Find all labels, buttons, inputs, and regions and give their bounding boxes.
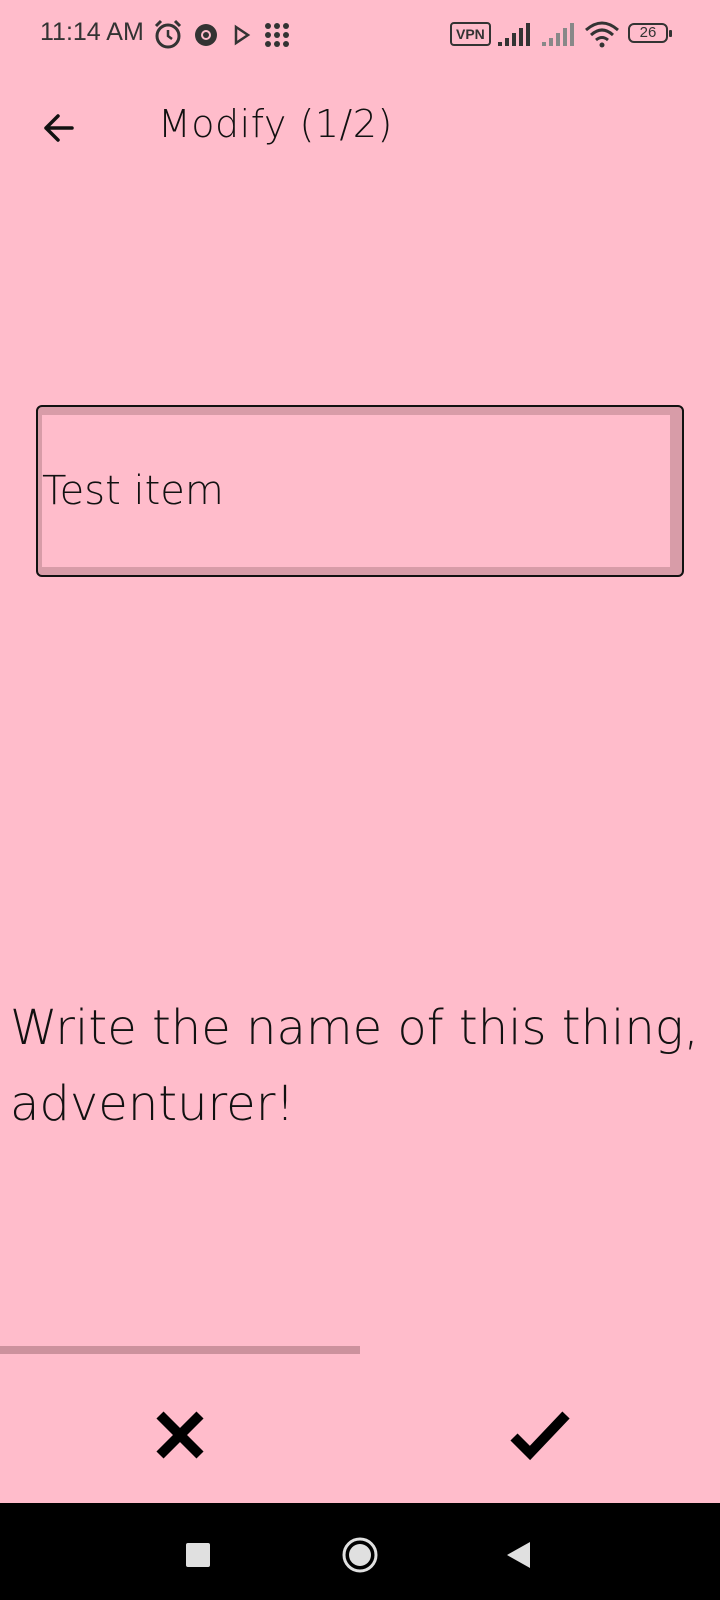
progress-bar [0, 1346, 720, 1354]
recent-apps-icon [186, 1543, 210, 1567]
vpn-badge: VPN [450, 22, 491, 46]
cancel-button[interactable] [140, 1395, 220, 1475]
back-icon [507, 1542, 530, 1568]
confirm-button[interactable] [500, 1395, 580, 1475]
name-field-frame [36, 405, 684, 577]
status-time: 11:14 AM [40, 18, 144, 46]
apps-grid-icon [265, 23, 289, 47]
progress-fill [0, 1346, 360, 1354]
wifi-icon [585, 21, 619, 48]
check-icon [510, 1411, 570, 1461]
system-nav-bar [0, 1503, 720, 1600]
toolbar: Modify (1/2) [0, 80, 720, 180]
nav-back-button[interactable] [496, 1533, 540, 1577]
close-icon [156, 1411, 204, 1459]
screen: 11:14 AM VPN 26 Modify (1/2) Test item W… [0, 0, 720, 1600]
arrow-left-icon [44, 114, 74, 142]
recent-apps-button[interactable] [176, 1533, 220, 1577]
status-bar: 11:14 AM VPN 26 [0, 0, 720, 70]
alarm-icon [154, 19, 182, 49]
chrome-icon [195, 24, 217, 46]
home-button[interactable] [338, 1533, 382, 1577]
play-icon [234, 24, 251, 46]
back-button[interactable] [30, 100, 86, 156]
name-input[interactable] [42, 415, 670, 567]
home-icon [342, 1537, 378, 1573]
signal-weak-icon [542, 23, 574, 46]
battery-icon: 26 [628, 23, 672, 43]
page-title: Modify (1/2) [158, 102, 393, 146]
prompt-text: Write the name of this thing, adventurer… [10, 1000, 699, 1132]
signal-icon [498, 23, 530, 46]
